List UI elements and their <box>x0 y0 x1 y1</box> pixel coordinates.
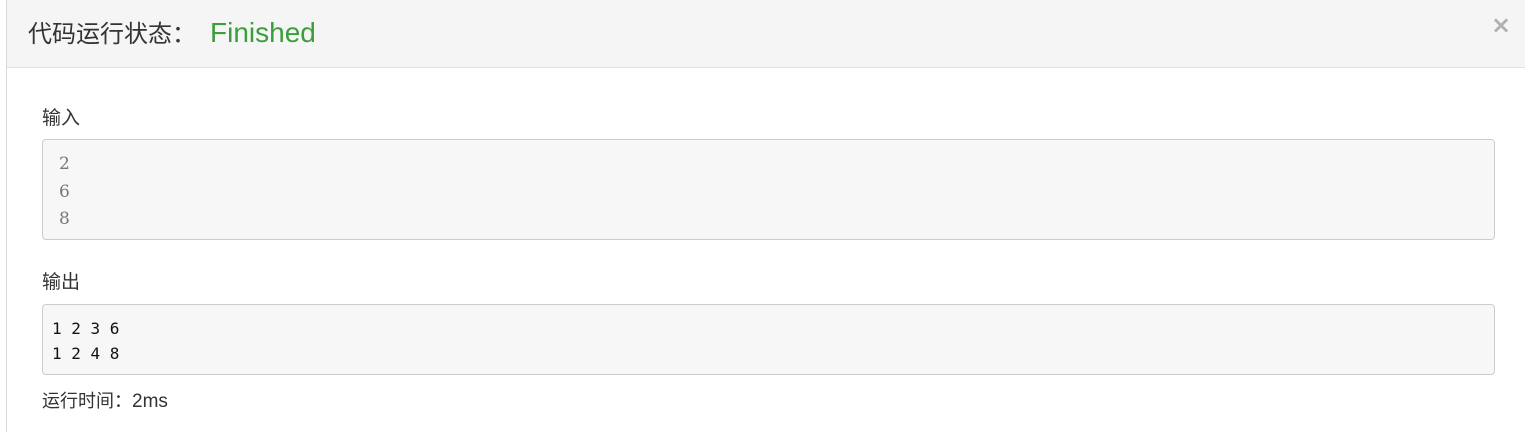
runtime-value: 2ms <box>132 391 168 412</box>
output-box: 1 2 3 6 1 2 4 8 <box>42 304 1495 375</box>
modal-header: 代码运行状态： Finished × <box>7 0 1525 68</box>
status-badge: Finished <box>210 17 316 48</box>
output-line: 1 2 4 8 <box>52 344 120 363</box>
input-label: 输入 <box>42 107 81 129</box>
status-label: 代码运行状态： <box>28 20 196 48</box>
output-line: 1 2 3 6 <box>52 319 120 338</box>
input-line: 6 <box>59 181 70 202</box>
input-line: 8 <box>59 209 70 229</box>
runtime-info: 运行时间：2ms <box>42 390 168 414</box>
run-result-modal: 代码运行状态： Finished × 输入 2 6 8 输出 1 2 3 6 1 … <box>6 0 1525 432</box>
modal-title: 代码运行状态： Finished <box>28 17 316 50</box>
input-line: 2 <box>59 154 70 174</box>
runtime-label: 运行时间： <box>42 391 132 412</box>
output-label: 输出 <box>42 271 81 293</box>
input-box: 2 6 8 <box>42 139 1495 240</box>
close-icon[interactable]: × <box>1491 13 1511 37</box>
